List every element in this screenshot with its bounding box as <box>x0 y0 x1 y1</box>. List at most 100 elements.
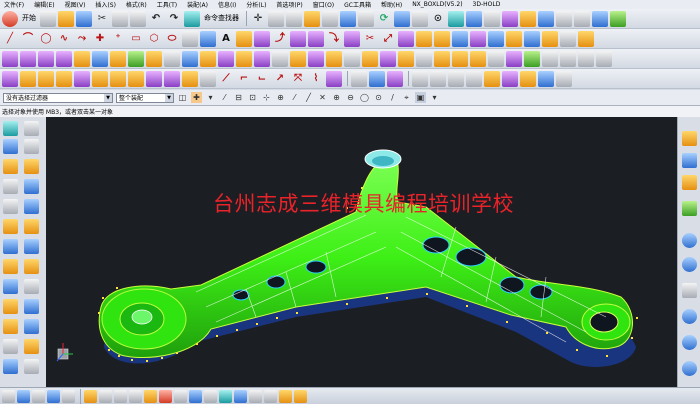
ellipse-icon[interactable]: ⬭ <box>164 31 180 47</box>
smooth-curve-icon[interactable]: ⌇ <box>308 71 324 87</box>
pocket-icon[interactable] <box>236 50 252 67</box>
studio-spline-icon[interactable]: ⤳ <box>74 31 90 47</box>
menu-nx-boxld[interactable]: NX_BOXLD(V5.2) <box>408 1 468 8</box>
paste-icon[interactable] <box>130 10 146 27</box>
part-nav-tab-icon[interactable] <box>682 175 697 190</box>
selection-priority-icon[interactable] <box>2 389 15 403</box>
render-style-icon[interactable] <box>484 10 500 27</box>
reuse-library-tab-icon[interactable] <box>682 201 697 216</box>
edit-feature-icon[interactable] <box>2 70 18 87</box>
delete-face-icon[interactable] <box>452 50 468 67</box>
replace-feature-icon[interactable] <box>128 70 144 87</box>
bill-of-materials-icon[interactable] <box>24 339 39 354</box>
system-materials-icon[interactable] <box>3 179 18 194</box>
snap-end-point-icon[interactable]: ⁄ <box>219 92 230 103</box>
bounded-plane-icon[interactable] <box>542 30 558 47</box>
layer-icon[interactable] <box>268 10 284 27</box>
update-icon[interactable] <box>200 70 216 87</box>
offset-curve-icon[interactable] <box>236 30 252 47</box>
selection-scope-dropdown[interactable]: 整个装配 ▼ <box>116 92 174 103</box>
pattern-icon[interactable] <box>362 50 378 67</box>
snap-existing-point-icon[interactable]: ⊕ <box>275 92 286 103</box>
graphics-window[interactable]: 台州志成三维模具编程培训学校 <box>46 117 677 387</box>
draft-icon[interactable] <box>146 50 162 67</box>
unbend-icon[interactable] <box>466 70 482 87</box>
trim-mold-icon[interactable] <box>24 319 39 334</box>
system-materials-tab-icon[interactable] <box>682 361 697 376</box>
cylinder-icon[interactable] <box>308 50 324 67</box>
sew-icon[interactable] <box>38 50 54 67</box>
redo-icon[interactable]: ↷ <box>166 11 182 27</box>
remove-parameters-icon[interactable] <box>164 70 180 87</box>
feature-group-icon[interactable] <box>578 50 594 67</box>
mold-view-icon[interactable] <box>24 359 39 374</box>
menu-info[interactable]: 信息(I) <box>214 0 242 9</box>
reorder-feature-icon[interactable] <box>74 70 90 87</box>
radius-check-icon[interactable] <box>279 389 292 403</box>
move-face-icon[interactable] <box>416 50 432 67</box>
trim-sheet-icon[interactable] <box>578 30 594 47</box>
arc-icon[interactable]: ⌒ <box>20 31 36 47</box>
web-browser-tab-icon[interactable] <box>682 257 697 272</box>
snap-tangent-icon[interactable]: ⊖ <box>345 92 356 103</box>
layer-settings-icon[interactable] <box>538 10 554 27</box>
pan-icon[interactable] <box>412 10 428 27</box>
snap-intersection-icon[interactable]: ✕ <box>317 92 328 103</box>
roles-tab-icon[interactable] <box>682 335 697 350</box>
measure-angle-icon[interactable] <box>369 70 385 87</box>
more-features-icon[interactable] <box>596 50 612 67</box>
start-button[interactable]: 开始 <box>20 11 38 27</box>
i-form-icon[interactable] <box>326 70 342 87</box>
filter-options-icon[interactable]: ▣ <box>415 92 426 103</box>
split-body-icon[interactable] <box>488 50 504 67</box>
menu-help[interactable]: 帮助(H) <box>377 0 408 9</box>
text-icon[interactable]: A <box>218 31 234 47</box>
parting-tools-icon[interactable] <box>24 219 39 234</box>
roles-icon[interactable] <box>24 199 39 214</box>
pocket-cavity-icon[interactable] <box>3 339 18 354</box>
command-finder-button[interactable]: 命令查找器 <box>202 11 241 27</box>
undo-icon[interactable]: ↶ <box>148 11 164 27</box>
face-analysis-icon[interactable] <box>144 389 157 403</box>
thickness-icon[interactable] <box>264 389 277 403</box>
shaded-view-icon[interactable] <box>466 10 482 27</box>
save-icon[interactable] <box>76 10 92 27</box>
point-set-icon[interactable]: ⁺ <box>110 31 126 47</box>
sheet-metal-icon[interactable] <box>412 70 428 87</box>
snap-bounded-grid-icon[interactable]: / <box>387 92 398 103</box>
spline-icon[interactable]: ∿ <box>56 31 72 47</box>
intersection-curve-icon[interactable] <box>290 30 306 47</box>
gate-icon[interactable] <box>24 279 39 294</box>
slider-lifter-icon[interactable] <box>24 259 39 274</box>
reflection-icon[interactable] <box>219 389 232 403</box>
snap-point-icon[interactable]: ✛ <box>250 11 266 27</box>
reuse-library-icon[interactable] <box>3 139 18 154</box>
louver-icon[interactable] <box>502 70 518 87</box>
through-curve-mesh-icon[interactable] <box>488 30 504 47</box>
snap-midpoint-icon[interactable]: ⊟ <box>233 92 244 103</box>
start-icon[interactable] <box>2 10 18 27</box>
menu-format[interactable]: 格式(R) <box>122 0 153 9</box>
manufacturing-wizard-icon[interactable] <box>3 199 18 214</box>
properties-icon[interactable] <box>304 10 320 27</box>
revolve-icon[interactable] <box>434 30 450 47</box>
web-browser-icon[interactable] <box>3 159 18 174</box>
mold-wizard-icon[interactable] <box>3 219 18 234</box>
snap-arc-center-icon[interactable]: ⊕ <box>331 92 342 103</box>
select-all-icon[interactable] <box>322 10 338 27</box>
through-curves-icon[interactable] <box>470 30 486 47</box>
type-filter-dropdown[interactable]: 没有选择过滤器 ▼ <box>3 92 113 103</box>
trim-body-icon[interactable] <box>506 50 522 67</box>
runner-icon[interactable] <box>3 299 18 314</box>
snap-point-constructor-icon[interactable]: ⌖ <box>401 92 412 103</box>
edit-with-rollback-icon[interactable] <box>146 70 162 87</box>
menu-tools[interactable]: 工具(T) <box>153 0 183 9</box>
emboss-icon[interactable] <box>272 50 288 67</box>
promote-body-icon[interactable] <box>560 50 576 67</box>
show-hide-icon[interactable] <box>520 10 536 27</box>
section-curve-icon[interactable] <box>308 30 324 47</box>
chevron-down-icon[interactable]: ▾ <box>429 92 440 103</box>
duplicate-icon[interactable] <box>286 10 302 27</box>
section-analysis-icon[interactable] <box>159 389 172 403</box>
highlight-lines-icon[interactable] <box>174 389 187 403</box>
